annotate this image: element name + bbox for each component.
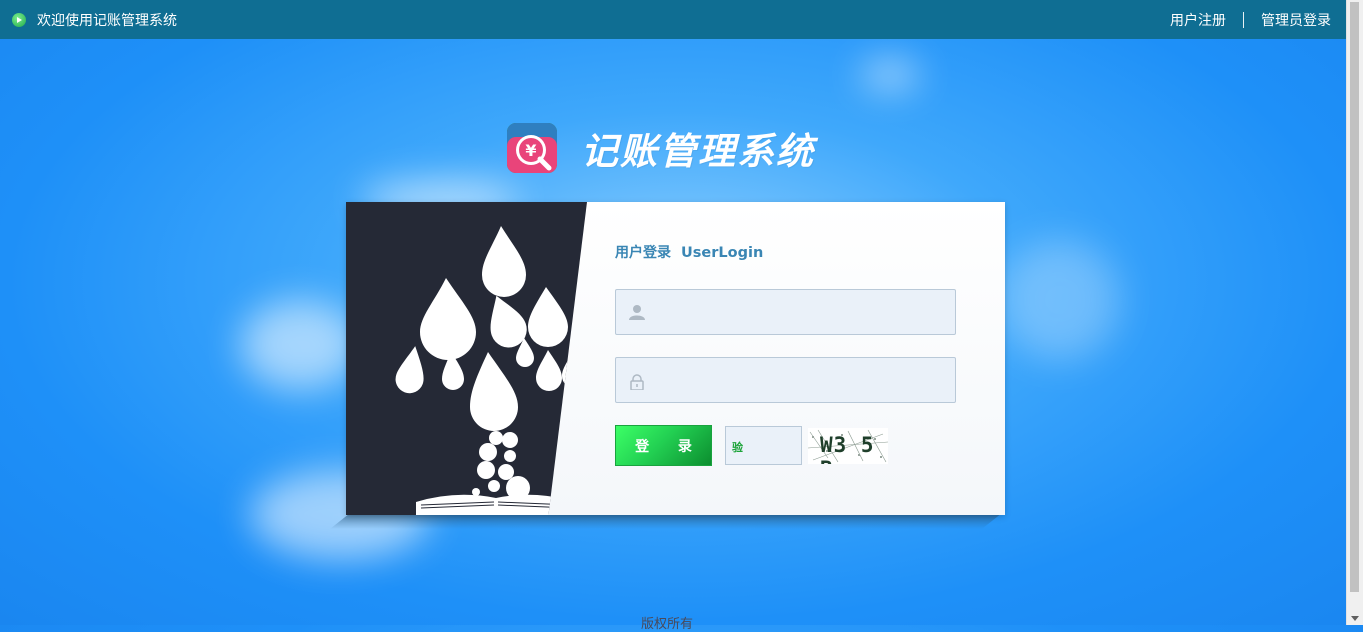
top-bar: 欢迎使用记账管理系统 用户注册 管理员登录 <box>0 0 1347 39</box>
user-icon <box>629 304 645 324</box>
captcha-image[interactable]: W3 5 B <box>808 428 888 464</box>
scroll-down-arrow-icon[interactable] <box>1351 616 1359 621</box>
logo-title: 记账管理系统 <box>581 130 815 173</box>
username-input[interactable] <box>656 290 950 336</box>
login-button[interactable]: 登 录 <box>615 425 712 466</box>
link-divider <box>1243 11 1244 28</box>
password-input[interactable] <box>656 358 950 404</box>
captcha-text: W3 5 B <box>820 433 875 464</box>
password-field[interactable] <box>615 357 956 404</box>
lock-icon <box>629 374 645 394</box>
background-cloud <box>240 300 360 390</box>
app-logo: ¥ 记账管理系统 <box>507 121 815 175</box>
page-scrollbar[interactable] <box>1346 0 1363 625</box>
scrollbar-thumb[interactable] <box>1350 2 1359 592</box>
yen-search-logo-icon: ¥ <box>507 123 557 173</box>
svg-text:¥: ¥ <box>525 141 536 160</box>
username-field[interactable] <box>615 289 956 336</box>
login-form-title: 用户登录 UserLogin <box>615 242 763 262</box>
login-title-en: UserLogin <box>681 245 764 261</box>
welcome-text: 欢迎使用记账管理系统 <box>37 12 177 29</box>
captcha-icon: 验 <box>732 441 743 454</box>
login-card: 用户登录 UserLogin 登 录 验 W3 5 <box>346 202 1005 515</box>
raindrop-tree-illustration <box>395 226 586 515</box>
background-cloud <box>1000 240 1120 360</box>
user-register-link[interactable]: 用户注册 <box>1170 10 1226 30</box>
play-icon <box>12 12 26 27</box>
admin-login-link[interactable]: 管理员登录 <box>1261 10 1331 30</box>
captcha-field[interactable]: 验 <box>725 426 802 466</box>
copyright-text: 版权所有 <box>641 617 694 632</box>
card-shadow <box>330 513 1002 529</box>
card-illustration <box>346 202 587 515</box>
captcha-input[interactable] <box>748 427 802 466</box>
top-bar-links: 用户注册 管理员登录 <box>1170 0 1331 39</box>
login-title-cn: 用户登录 <box>615 245 671 261</box>
top-bar-left: 欢迎使用记账管理系统 <box>12 0 177 39</box>
background-cloud <box>860 60 920 90</box>
